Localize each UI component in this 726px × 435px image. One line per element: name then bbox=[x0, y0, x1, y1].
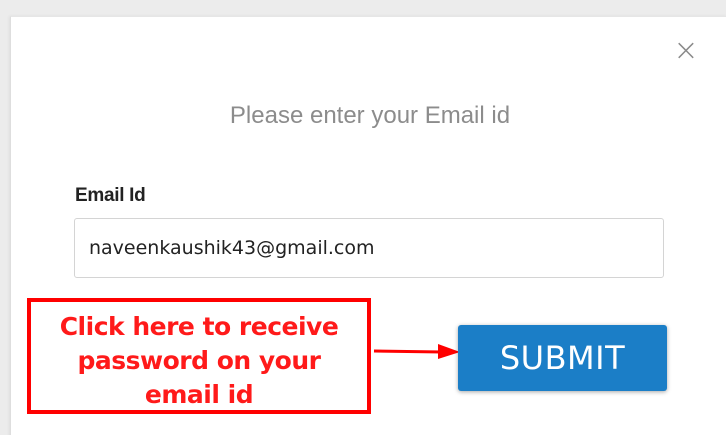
submit-button[interactable]: SUBMIT bbox=[458, 325, 667, 391]
callout-line: Click here to receive bbox=[59, 312, 339, 341]
instruction-callout: Click here to receive password on your e… bbox=[27, 298, 371, 414]
page: × Please enter your Email id Email Id Cl… bbox=[0, 0, 726, 435]
close-icon[interactable]: × bbox=[673, 36, 699, 66]
modal-heading: Please enter your Email id bbox=[229, 102, 511, 129]
email-input[interactable] bbox=[74, 218, 664, 278]
arrow-right-icon bbox=[373, 344, 460, 359]
callout-line: email id bbox=[144, 380, 254, 409]
callout-line: password on your bbox=[77, 346, 321, 375]
email-label: Email Id bbox=[75, 185, 146, 206]
